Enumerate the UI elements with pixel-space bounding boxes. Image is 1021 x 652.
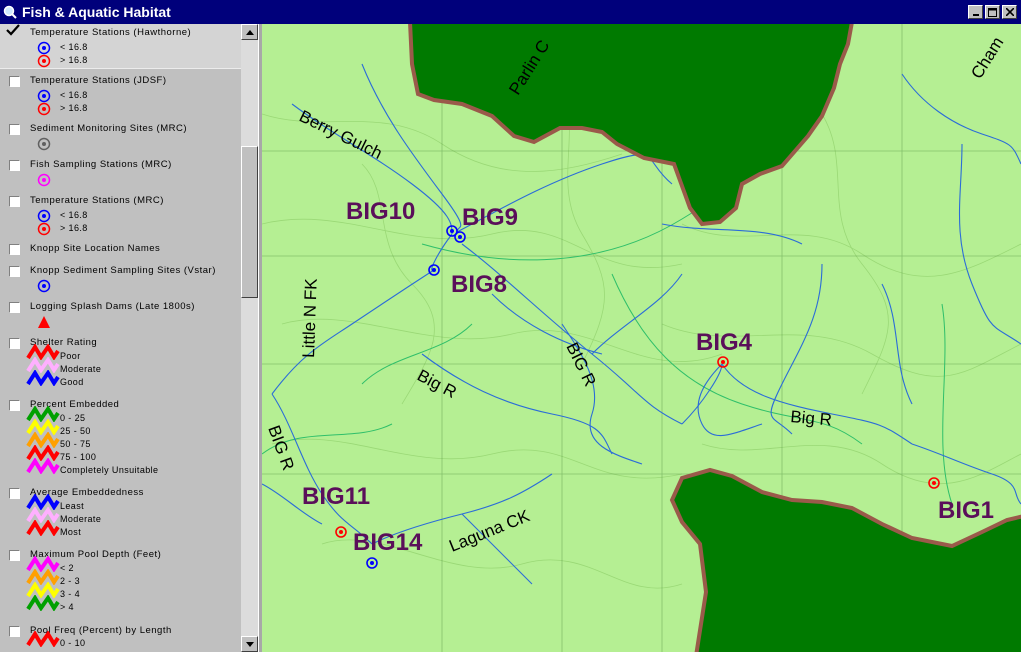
layer-visibility-checkbox[interactable]	[9, 124, 20, 135]
scroll-down-button[interactable]	[241, 636, 258, 652]
feature-label: Little N FK	[299, 278, 321, 359]
legend-label: Most	[60, 527, 82, 537]
layer-visibility-checkbox[interactable]	[9, 488, 20, 499]
depth-gt4-swatch-icon	[26, 595, 60, 611]
legend-label: 0 - 25	[60, 413, 86, 423]
layer-name: Fish Sampling Stations (MRC)	[30, 159, 172, 170]
legend-label: > 16.8	[60, 223, 88, 233]
legend-label: Least	[60, 501, 85, 511]
close-button[interactable]	[1002, 5, 1017, 19]
gray-station-icon	[37, 137, 51, 151]
layer-name: Logging Splash Dams (Late 1800s)	[30, 301, 195, 312]
checkmark-icon[interactable]	[5, 24, 21, 37]
close-icon	[1005, 8, 1014, 16]
blue-station-icon	[37, 89, 51, 103]
legend-label: Poor	[60, 351, 81, 361]
layer-name: Temperature Stations (MRC)	[30, 195, 164, 206]
layer-visibility-checkbox[interactable]	[9, 196, 20, 207]
layer-name: Knopp Sediment Sampling Sites (Vstar)	[30, 265, 216, 276]
layer-name: Knopp Site Location Names	[30, 243, 161, 254]
scroll-thumb[interactable]	[241, 146, 258, 298]
scroll-up-button[interactable]	[241, 24, 258, 40]
site-label: BIG11	[302, 483, 370, 510]
legend-label: 50 - 75	[60, 439, 91, 449]
arrow-down-icon	[245, 641, 254, 647]
red-triangle-icon	[38, 316, 50, 328]
legend-label: < 2	[60, 563, 74, 573]
red-station-icon	[37, 102, 51, 116]
window-title: Fish & Aquatic Habitat	[22, 4, 171, 20]
minimize-button[interactable]	[968, 5, 983, 19]
legend-label: < 16.8	[60, 42, 88, 52]
poolfreq-0-10-swatch-icon	[26, 631, 60, 647]
legend-label: 75 - 100	[60, 452, 97, 462]
legend-label: Good	[60, 377, 84, 387]
red-station-icon	[37, 54, 51, 68]
minimize-icon	[972, 14, 979, 16]
site-label: BIG8	[451, 271, 507, 298]
layer-list-panel: Temperature Stations (Hawthorne) < 16.8 …	[0, 24, 241, 652]
layer-visibility-checkbox[interactable]	[9, 76, 20, 87]
legend-label: > 16.8	[60, 55, 88, 65]
legend-label: > 16.8	[60, 103, 88, 113]
legend-label: Moderate	[60, 514, 102, 524]
feature-label: Big R	[790, 407, 833, 430]
legend-label: > 4	[60, 602, 74, 612]
layer-visibility-checkbox[interactable]	[9, 160, 20, 171]
magenta-station-icon	[37, 173, 51, 187]
legend-label: Moderate	[60, 364, 102, 374]
blue-station-icon	[37, 209, 51, 223]
title-bar: Fish & Aquatic Habitat	[0, 0, 1021, 24]
legend-label: 25 - 50	[60, 426, 91, 436]
legend-label: < 16.8	[60, 210, 88, 220]
most-swatch-icon	[26, 520, 60, 536]
app-icon	[3, 5, 17, 19]
layer-list-scrollbar[interactable]	[241, 24, 258, 652]
arrow-up-icon	[245, 29, 254, 35]
layer-visibility-checkbox[interactable]	[9, 302, 20, 313]
layer-visibility-checkbox[interactable]	[9, 338, 20, 349]
site-label: BIG4	[696, 329, 753, 356]
layer-visibility-checkbox[interactable]	[9, 266, 20, 277]
layer-visibility-checkbox[interactable]	[9, 244, 20, 255]
layer-visibility-checkbox[interactable]	[9, 550, 20, 561]
good-swatch-icon	[26, 370, 60, 386]
site-label: BIG1	[938, 497, 994, 524]
layer-visibility-checkbox[interactable]	[9, 626, 20, 637]
map-view[interactable]: Parlin C Cham Berry Gulch Little N FK Bi…	[262, 24, 1021, 652]
layer-row[interactable]: Temperature Stations (Hawthorne)	[0, 24, 241, 40]
layer-name: Temperature Stations (Hawthorne)	[30, 27, 192, 38]
legend-label: 3 - 4	[60, 589, 81, 599]
blue-station-icon	[37, 41, 51, 55]
site-label: BIG14	[353, 529, 423, 556]
legend-label: 0 - 10	[60, 638, 86, 648]
maximize-button[interactable]	[985, 5, 1000, 19]
site-label: BIG9	[462, 204, 518, 231]
legend-label: < 16.8	[60, 90, 88, 100]
layer-name: Sediment Monitoring Sites (MRC)	[30, 123, 187, 134]
layer-name: Temperature Stations (JDSF)	[30, 75, 167, 86]
layer-visibility-checkbox[interactable]	[9, 400, 20, 411]
legend-label: 2 - 3	[60, 576, 81, 586]
legend-label: Completely Unsuitable	[60, 465, 159, 475]
red-station-icon	[37, 222, 51, 236]
site-label: BIG10	[346, 198, 415, 225]
blue-station-icon	[37, 279, 51, 293]
unsuitable-swatch-icon	[26, 458, 60, 474]
maximize-icon	[988, 7, 997, 17]
